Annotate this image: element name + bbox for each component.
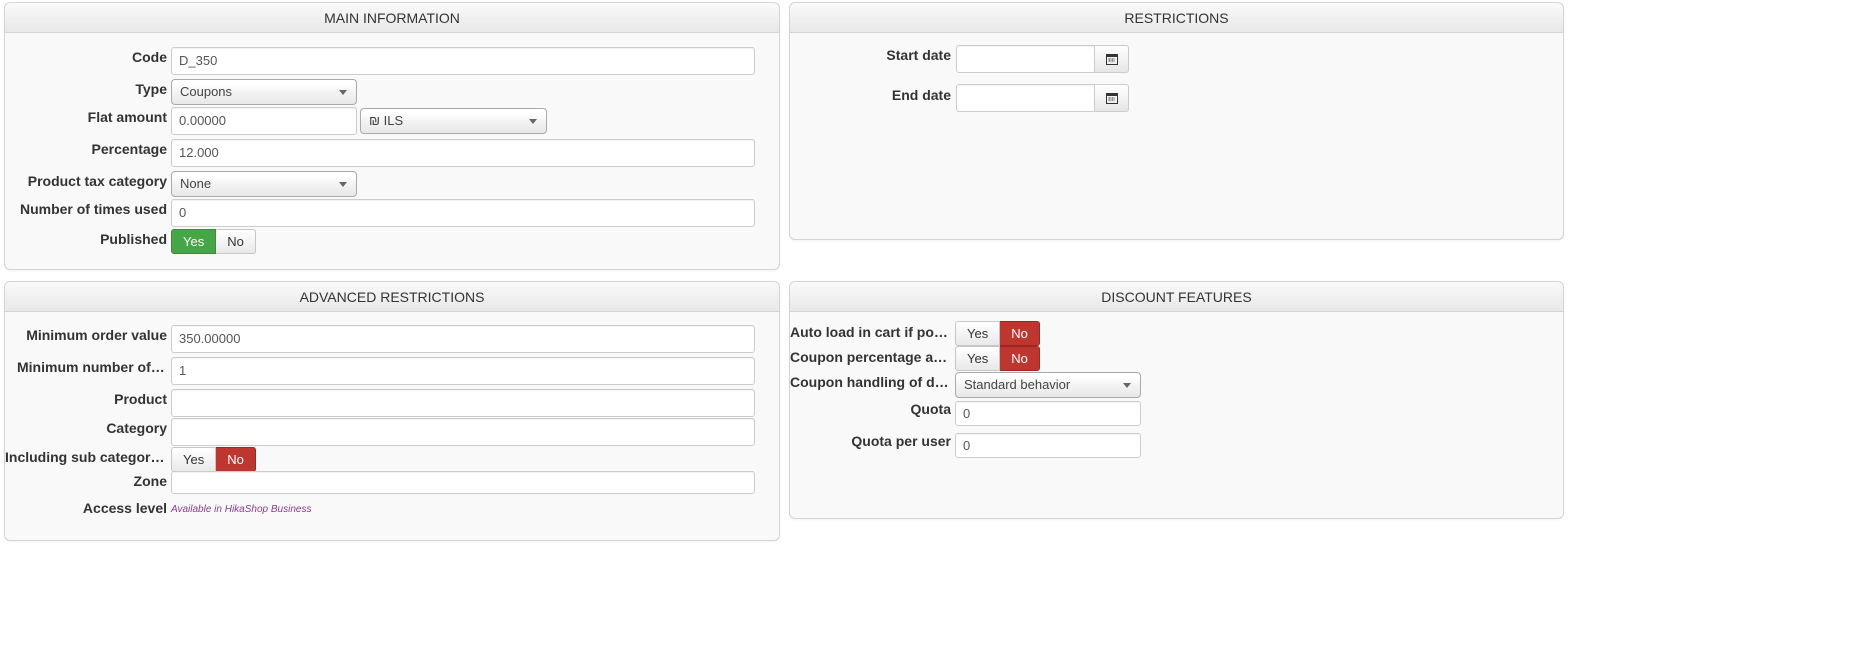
start-date-label: Start date (886, 47, 951, 63)
auto-load-toggle: Yes No (955, 321, 1040, 346)
coupon-percentage-no-button[interactable]: No (1000, 346, 1040, 371)
product-row: Product (5, 389, 779, 419)
quota-per-user-input[interactable]: 0 (955, 433, 1141, 458)
restrictions-title: RESTRICTIONS (790, 3, 1563, 33)
coupon-percentage-yes-button[interactable]: Yes (955, 346, 1001, 371)
category-input[interactable] (171, 418, 755, 446)
chevron-down-icon (339, 90, 347, 95)
auto-load-no-button[interactable]: No (1000, 321, 1040, 346)
code-label: Code (132, 49, 167, 65)
min-products-label: Minimum number of prod… (17, 359, 167, 375)
percentage-label: Percentage (91, 141, 167, 157)
min-products-input[interactable]: 1 (171, 357, 755, 385)
percentage-row: Percentage 12.000 (5, 139, 779, 169)
type-label: Type (135, 81, 167, 97)
main-information-title: MAIN INFORMATION (5, 3, 779, 33)
coupon-percentage-label: Coupon percentage applie… (790, 349, 951, 365)
published-toggle: Yes No (171, 229, 256, 254)
published-row: Published Yes No (5, 229, 779, 261)
chevron-down-icon (339, 182, 347, 187)
quota-label: Quota (910, 401, 951, 417)
coupon-handling-row: Coupon handling of disco… Standard behav… (790, 372, 1563, 404)
calendar-icon (1105, 53, 1118, 65)
discount-features-panel: DISCOUNT FEATURES Auto load in cart if p… (789, 281, 1564, 519)
start-date-input[interactable] (956, 45, 1095, 73)
calendar-icon (1105, 92, 1118, 104)
category-label: Category (106, 420, 167, 436)
zone-label: Zone (133, 473, 167, 489)
quota-input[interactable]: 0 (955, 401, 1141, 426)
discount-features-title: DISCOUNT FEATURES (790, 282, 1563, 312)
sub-categories-yes-button[interactable]: Yes (171, 447, 217, 472)
restrictions-panel: RESTRICTIONS Start date End date (789, 2, 1564, 240)
end-date-row: End date (790, 84, 1563, 114)
end-date-input[interactable] (956, 84, 1095, 112)
product-label: Product (114, 391, 167, 407)
min-order-label: Minimum order value (26, 327, 167, 343)
zone-input[interactable] (171, 471, 755, 494)
sub-categories-toggle: Yes No (171, 447, 256, 472)
min-order-input[interactable]: 350.00000 (171, 325, 755, 353)
coupon-handling-select-value: Standard behavior (964, 377, 1071, 392)
coupon-percentage-toggle: Yes No (955, 346, 1040, 371)
coupon-handling-label: Coupon handling of disco… (790, 374, 951, 390)
end-date-label: End date (891, 87, 951, 103)
times-used-input[interactable]: 0 (171, 199, 755, 227)
tax-category-select-value: None (180, 176, 212, 191)
published-yes-button[interactable]: Yes (171, 229, 217, 254)
currency-select[interactable]: ₪ ILS (360, 108, 547, 134)
code-input[interactable]: D_350 (171, 47, 755, 75)
category-row: Category (5, 418, 779, 448)
zone-row: Zone (5, 471, 779, 501)
main-information-panel: MAIN INFORMATION Code D_350 Type Coupons… (4, 2, 780, 270)
quota-row: Quota 0 (790, 401, 1563, 431)
auto-load-yes-button[interactable]: Yes (955, 321, 1001, 346)
start-date-row: Start date (790, 45, 1563, 75)
times-used-label: Number of times used (19, 201, 167, 217)
min-order-row: Minimum order value 350.00000 (5, 325, 779, 355)
times-used-row: Number of times used 0 (5, 199, 779, 229)
advanced-restrictions-panel: ADVANCED RESTRICTIONS Minimum order valu… (4, 281, 780, 541)
tax-category-row: Product tax category None (5, 171, 779, 201)
published-label: Published (100, 231, 167, 247)
code-row: Code D_350 (5, 47, 779, 77)
access-level-note: Available in HikaShop Business (171, 504, 312, 515)
sub-categories-no-button[interactable]: No (216, 447, 256, 472)
flat-amount-label: Flat amount (87, 109, 167, 125)
start-date-calendar-button[interactable] (1095, 45, 1129, 73)
percentage-input[interactable]: 12.000 (171, 139, 755, 167)
quota-per-user-row: Quota per user 0 (790, 433, 1563, 463)
flat-amount-input[interactable]: 0.00000 (171, 107, 357, 135)
currency-select-value: ₪ ILS (369, 113, 404, 128)
published-no-button[interactable]: No (216, 229, 256, 254)
sub-categories-label: Including sub categories (5, 449, 167, 465)
product-input[interactable] (171, 389, 755, 417)
tax-category-label: Product tax category (27, 173, 167, 189)
quota-per-user-label: Quota per user (851, 433, 951, 449)
end-date-calendar-button[interactable] (1095, 84, 1129, 112)
auto-load-label: Auto load in cart if possible (790, 324, 951, 340)
tax-category-select[interactable]: None (171, 171, 357, 197)
flat-amount-row: Flat amount 0.00000 ₪ ILS (5, 107, 779, 137)
coupon-handling-select[interactable]: Standard behavior (955, 372, 1141, 398)
chevron-down-icon (1123, 383, 1131, 388)
min-products-row: Minimum number of prod… 1 (5, 357, 779, 387)
access-level-row: Access level Available in HikaShop Busin… (5, 500, 779, 530)
access-level-label: Access level (82, 500, 167, 516)
advanced-restrictions-title: ADVANCED RESTRICTIONS (5, 282, 779, 312)
type-select-value: Coupons (180, 84, 233, 99)
chevron-down-icon (529, 119, 537, 124)
type-row: Type Coupons (5, 79, 779, 109)
type-select[interactable]: Coupons (171, 79, 357, 105)
